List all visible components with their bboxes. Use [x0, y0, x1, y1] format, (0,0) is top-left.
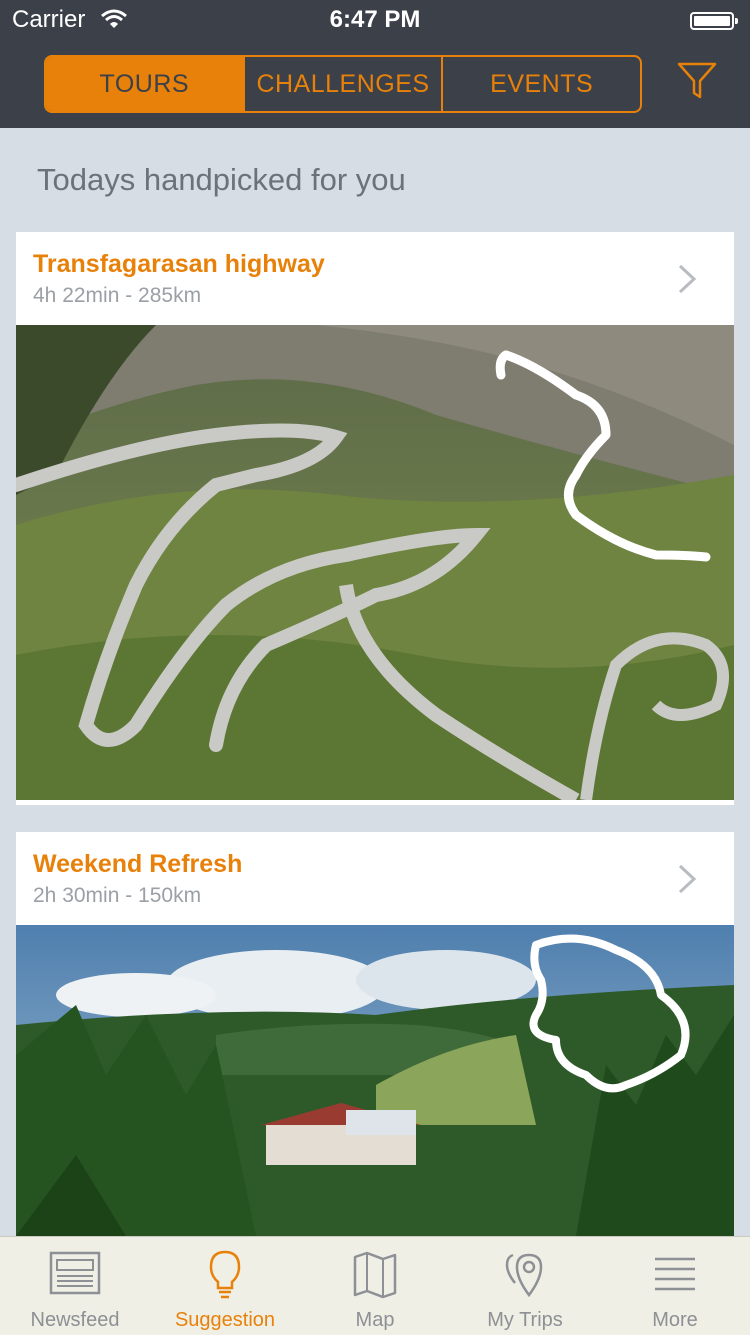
newspaper-icon	[49, 1251, 101, 1295]
card-title: Weekend Refresh	[33, 850, 243, 878]
card-meta: 4h 22min - 285km	[33, 284, 202, 307]
map-icon	[353, 1251, 397, 1299]
status-bar: Carrier 6:47 PM	[0, 0, 750, 40]
tour-card-transfagarasan[interactable]: Transfagarasan highway 4h 22min - 285km	[16, 232, 734, 805]
location-pins-icon	[505, 1253, 543, 1298]
tab-map[interactable]: Map	[300, 1237, 450, 1335]
battery-icon	[690, 12, 738, 30]
tour-card-weekend-refresh[interactable]: Weekend Refresh 2h 30min - 150km	[16, 832, 734, 1236]
segment-challenges[interactable]: CHALLENGES	[245, 57, 444, 111]
chevron-right-icon	[678, 264, 697, 294]
card-title: Transfagarasan highway	[33, 250, 325, 278]
tour-photo-mountain-road	[16, 325, 734, 805]
clock: 6:47 PM	[329, 6, 421, 33]
chevron-right-icon	[678, 864, 697, 894]
tab-suggestion[interactable]: Suggestion	[150, 1237, 300, 1335]
card-meta: 2h 30min - 150km	[33, 884, 202, 907]
filter-icon[interactable]	[676, 60, 718, 102]
top-bar: Carrier 6:47 PM TOURS CHALLENGES EVENTS	[0, 0, 750, 128]
tab-label: Suggestion	[174, 1309, 276, 1331]
section-title: Todays handpicked for you	[37, 162, 406, 197]
category-segmented-control: TOURS CHALLENGES EVENTS	[44, 55, 642, 113]
tour-photo-forest-resort	[16, 925, 734, 1236]
lightbulb-icon	[209, 1250, 241, 1299]
tab-label: More	[652, 1309, 698, 1331]
tab-bar: Newsfeed Suggestion Map My Trips More	[0, 1236, 750, 1335]
tab-more[interactable]: More	[600, 1237, 750, 1335]
tab-label: Map	[355, 1309, 395, 1331]
segment-events[interactable]: EVENTS	[443, 57, 640, 111]
tab-newsfeed[interactable]: Newsfeed	[0, 1237, 150, 1335]
menu-lines-icon	[655, 1257, 695, 1291]
tab-label: Newsfeed	[30, 1309, 120, 1331]
tab-label: My Trips	[487, 1309, 563, 1331]
tab-my-trips[interactable]: My Trips	[450, 1237, 600, 1335]
card-header[interactable]: Transfagarasan highway 4h 22min - 285km	[16, 232, 734, 325]
segment-tours[interactable]: TOURS	[46, 57, 245, 111]
card-header[interactable]: Weekend Refresh 2h 30min - 150km	[16, 832, 734, 925]
